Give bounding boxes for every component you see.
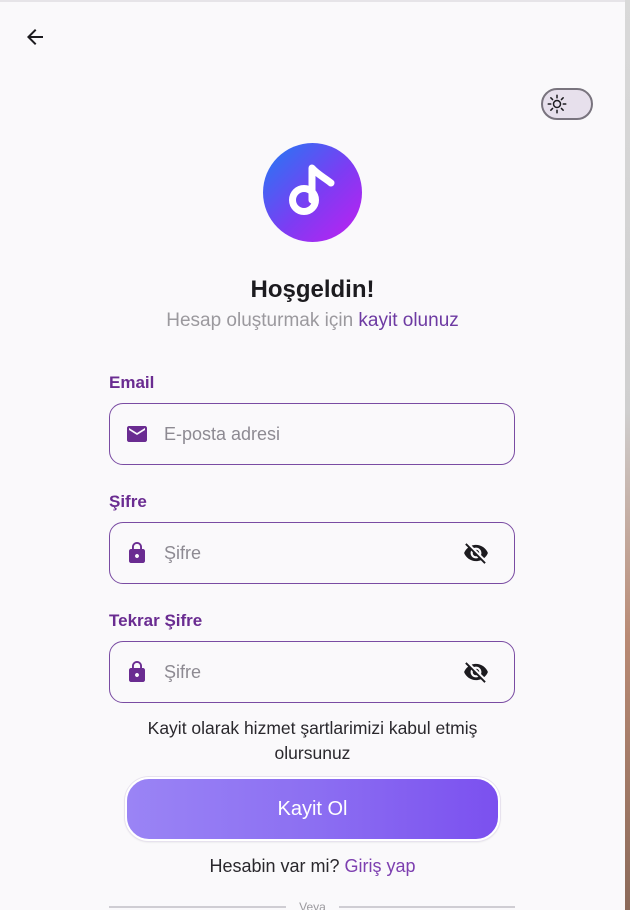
login-link[interactable]: Giriş yap (345, 856, 416, 876)
password-repeat-field[interactable]: Şifre (109, 641, 515, 703)
lock-icon (124, 659, 150, 685)
mail-icon (124, 421, 150, 447)
password-placeholder: Şifre (164, 542, 202, 563)
visibility-off-icon[interactable] (462, 658, 490, 686)
email-field[interactable]: E-posta adresi (109, 403, 515, 465)
window-edge (625, 0, 630, 910)
login-prompt: Hesabin var mi? Giriş yap (0, 856, 625, 877)
password-repeat-placeholder: Şifre (164, 661, 202, 682)
subtitle-text: Hesap oluşturmak için (166, 310, 354, 331)
email-placeholder: E-posta adresi (164, 423, 281, 444)
email-label: Email (109, 373, 155, 392)
password-field[interactable]: Şifre (109, 522, 515, 584)
app-logo (263, 143, 362, 242)
password-repeat-label: Tekrar Şifre (109, 611, 203, 630)
page-title: Hoşgeldin! (250, 276, 375, 303)
terms-text: Kayit olarak hizmet şartlarimizi kabul e… (120, 716, 505, 766)
terms-line-2: olursunuz (274, 743, 351, 763)
lock-icon (124, 540, 150, 566)
divider-line-left (109, 906, 286, 908)
page-subtitle: Hesap oluşturmak için kayit olunuz (0, 310, 625, 332)
divider-label: Veya (299, 900, 326, 910)
arrow-back-icon (23, 25, 47, 54)
signup-link[interactable]: kayit olunuz (358, 310, 458, 331)
sun-icon (547, 94, 567, 114)
back-button[interactable] (18, 22, 52, 56)
music-note-icon (287, 162, 339, 223)
theme-toggle[interactable] (541, 88, 593, 120)
password-label: Şifre (109, 492, 147, 511)
divider-line-right (339, 906, 515, 908)
visibility-off-icon[interactable] (462, 539, 490, 567)
login-prompt-text: Hesabin var mi? (209, 856, 340, 876)
signup-button[interactable]: Kayit Ol (125, 777, 500, 841)
signup-screen: Hoşgeldin! Hesap oluşturmak için kayit o… (0, 0, 625, 910)
terms-line-1: Kayit olarak hizmet şartlarimizi kabul e… (147, 718, 478, 738)
